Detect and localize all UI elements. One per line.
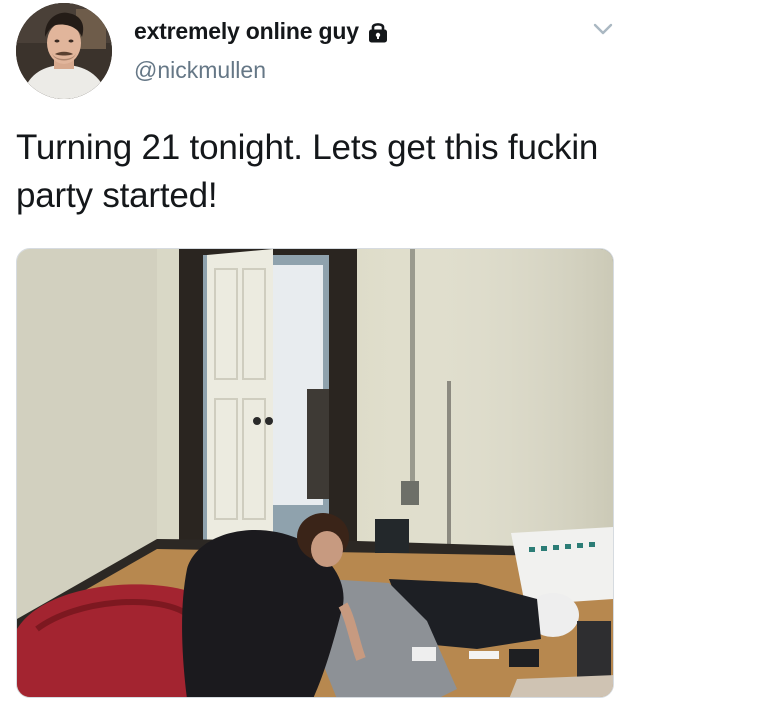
tweet-photo[interactable] — [16, 248, 614, 698]
handle[interactable]: @nickmullen — [134, 57, 266, 84]
lock-icon — [367, 20, 389, 44]
tweet-text: Turning 21 tonight. Lets get this fuckin… — [16, 128, 599, 215]
tweet: extremely online guy @nickmullen Turning… — [0, 0, 771, 722]
name-row: extremely online guy — [134, 18, 389, 45]
display-name[interactable]: extremely online guy — [134, 18, 359, 45]
avatar[interactable] — [16, 3, 112, 99]
chevron-down-icon[interactable] — [590, 18, 616, 40]
